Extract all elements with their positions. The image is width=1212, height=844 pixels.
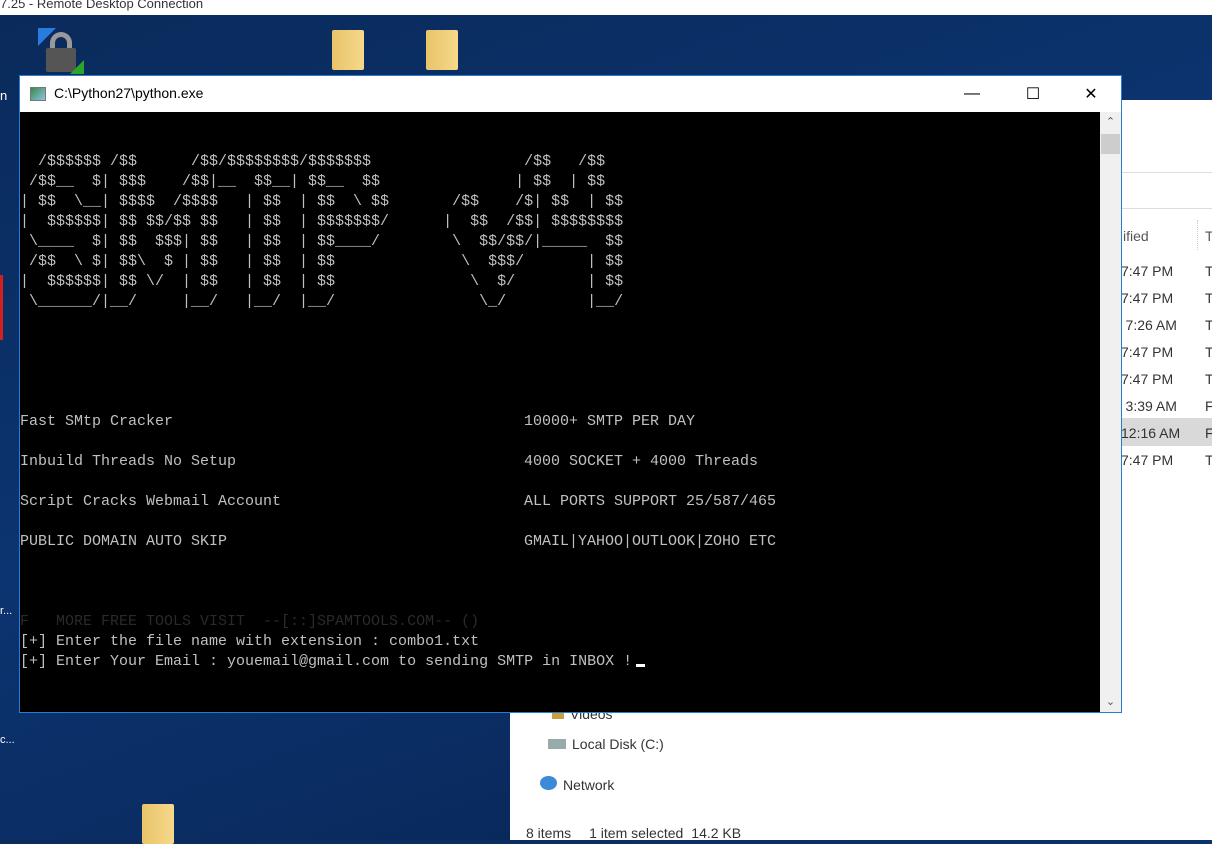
console-output[interactable]: /$$$$$$ /$$ /$$/$$$$$$$$/$$$$$$$ /$$ /$$… <box>20 112 1100 712</box>
file-type: T <box>1205 290 1212 306</box>
feature-right: 10000+ SMTP PER DAY <box>524 413 696 430</box>
nav-label: Network <box>563 777 615 793</box>
file-explorer-nav-pane: Videos Local Disk (C:) Network 8 items 1 … <box>510 706 1212 841</box>
vertical-scrollbar[interactable]: ⌃ ⌄ <box>1100 112 1121 712</box>
feature-row: PUBLIC DOMAIN AUTO SKIP GMAIL|YAHOO|OUTLO… <box>20 532 776 552</box>
scroll-down-icon[interactable]: ⌄ <box>1100 692 1121 712</box>
file-modified: ) 3:39 AM <box>1117 398 1177 414</box>
feature-left: Fast SMtp Cracker <box>20 413 174 430</box>
rdp-title-bar: 7.25 - Remote Desktop Connection <box>0 0 1212 15</box>
close-icon: ✕ <box>1084 86 1098 103</box>
file-type: T <box>1205 452 1212 468</box>
desktop-red-icon-edge <box>0 275 3 340</box>
file-modified: 7:47 PM <box>1121 290 1174 306</box>
maximize-icon: ☐ <box>1025 86 1041 103</box>
column-header-modified[interactable]: ified <box>1123 228 1149 244</box>
window-title: C:\Python27\python.exe <box>54 85 204 101</box>
minimize-icon: — <box>964 85 980 102</box>
faded-ad-line: F MORE FREE TOOLS VISIT --[::]SPAMTOOLS.… <box>20 613 480 630</box>
status-size: 14.2 KB <box>691 825 742 841</box>
drive-icon <box>548 739 566 749</box>
nav-label: Local Disk (C:) <box>572 736 664 752</box>
file-type: F <box>1205 425 1212 441</box>
file-row[interactable]: 7:47 PM T <box>1121 263 1212 279</box>
file-row[interactable]: ) 3:39 AM F <box>1117 398 1212 414</box>
nav-item-network[interactable]: Network <box>540 776 614 793</box>
desktop-folder-icon[interactable] <box>426 30 458 70</box>
file-row[interactable]: 7:47 PM T <box>1121 371 1212 387</box>
prompt-file-name: [+] Enter the file name with extension :… <box>20 633 480 650</box>
feature-right: ALL PORTS SUPPORT 25/587/465 <box>524 493 777 510</box>
status-selected: 1 item selected <box>589 825 684 841</box>
text-cursor <box>636 664 646 667</box>
scroll-up-icon[interactable]: ⌃ <box>1100 112 1121 132</box>
file-row[interactable]: 7:47 PM T <box>1121 290 1212 306</box>
status-bar: 8 items 1 item selected 14.2 KB <box>526 825 741 841</box>
file-modified: 7:47 PM <box>1121 263 1174 279</box>
file-type: T <box>1205 371 1212 387</box>
file-modified: 7:47 PM <box>1121 452 1174 468</box>
prompt-email-text: [+] Enter Your Email : youemail@gmail.co… <box>20 653 633 670</box>
feature-left: Script Cracks Webmail Account <box>20 493 282 510</box>
feature-right: GMAIL|YAHOO|OUTLOOK|ZOHO ETC <box>524 533 777 550</box>
file-row[interactable]: 7:47 PM T <box>1121 344 1212 360</box>
feature-left: Inbuild Threads No Setup <box>20 453 237 470</box>
feature-row: Script Cracks Webmail Account ALL PORTS S… <box>20 492 776 512</box>
prompt-email[interactable]: [+] Enter Your Email : youemail@gmail.co… <box>20 652 646 672</box>
rdp-title: 7.25 - Remote Desktop Connection <box>0 0 204 11</box>
scrollbar-thumb[interactable] <box>1101 134 1120 154</box>
file-type: F <box>1205 398 1212 414</box>
maximize-button[interactable]: ☐ <box>1010 76 1056 112</box>
file-modified: 7:47 PM <box>1121 344 1174 360</box>
remote-desktop-lock-icon[interactable] <box>38 28 88 74</box>
title-bar[interactable]: C:\Python27\python.exe — ☐ ✕ <box>20 76 1121 112</box>
desktop-folder-icon[interactable] <box>142 804 174 844</box>
file-row[interactable]: 7:47 PM T <box>1121 452 1212 468</box>
file-type: T <box>1205 263 1212 279</box>
nav-item-local-disk[interactable]: Local Disk (C:) <box>548 736 664 752</box>
desktop-label[interactable]: n <box>0 88 7 103</box>
file-row-selected[interactable]: 12:16 AM F <box>1121 418 1212 446</box>
file-type: T <box>1205 344 1212 360</box>
feature-row: Fast SMtp Cracker 10000+ SMTP PER DAY <box>20 412 695 432</box>
file-modified: 7:47 PM <box>1121 371 1174 387</box>
status-items: 8 items <box>526 825 572 841</box>
console-app-icon <box>30 87 46 101</box>
column-header-type[interactable]: T <box>1205 228 1212 244</box>
file-type: T <box>1205 317 1212 333</box>
desktop-folder-icon[interactable] <box>332 30 364 70</box>
file-modified: ) 7:26 AM <box>1117 317 1177 333</box>
desktop-label[interactable]: r... <box>0 605 12 617</box>
file-row[interactable]: ) 7:26 AM T <box>1117 317 1212 333</box>
feature-row: Inbuild Threads No Setup 4000 SOCKET + 40… <box>20 452 758 472</box>
file-modified: 12:16 AM <box>1121 425 1181 441</box>
desktop-label[interactable]: c... <box>0 734 15 746</box>
python-console-window[interactable]: C:\Python27\python.exe — ☐ ✕ /$$$$$$ /$$… <box>19 75 1122 713</box>
minimize-button[interactable]: — <box>949 76 995 112</box>
close-button[interactable]: ✕ <box>1068 76 1114 112</box>
network-icon <box>540 776 557 790</box>
feature-left: PUBLIC DOMAIN AUTO SKIP <box>20 533 228 550</box>
feature-right: 4000 SOCKET + 4000 Threads <box>524 453 759 470</box>
ascii-art-banner: /$$$$$$ /$$ /$$/$$$$$$$$/$$$$$$$ /$$ /$$… <box>20 153 624 310</box>
